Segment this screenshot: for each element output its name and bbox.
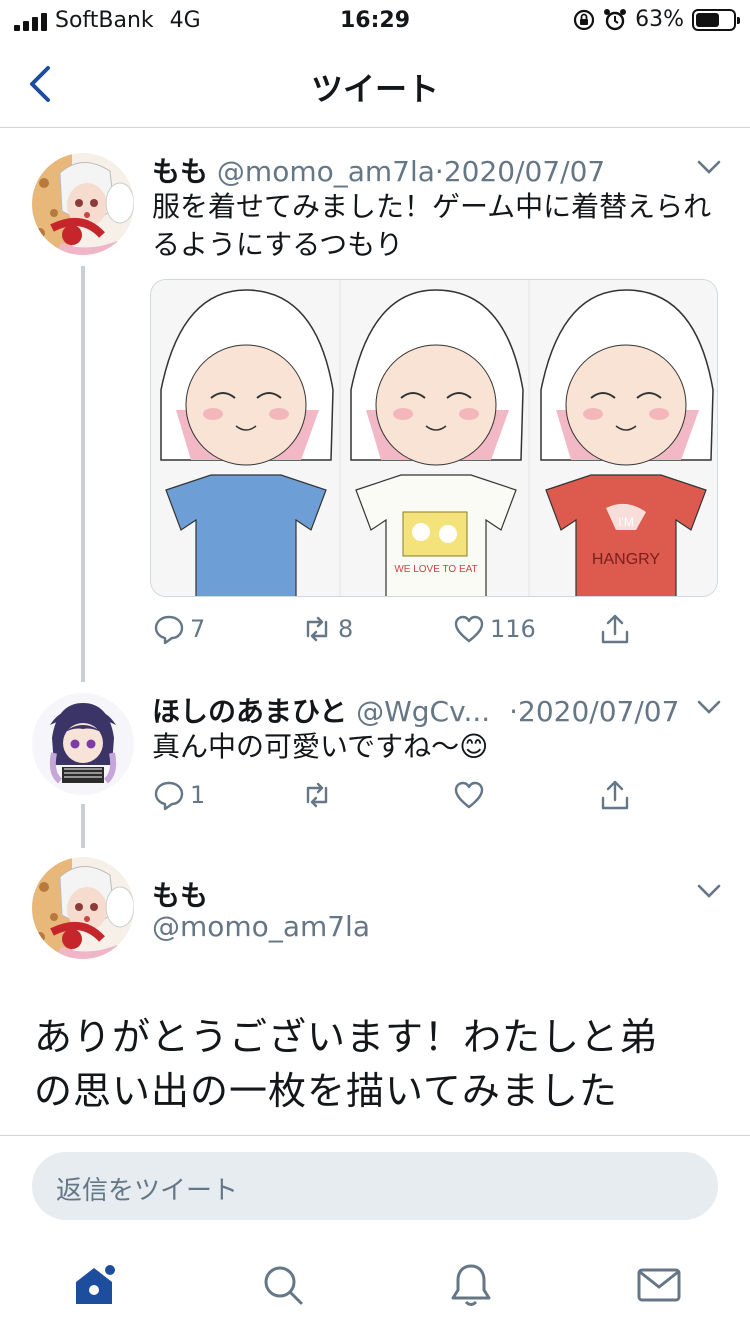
focused-handle[interactable]: @momo_am7la — [152, 910, 370, 943]
tweet-actions: 1 — [152, 778, 632, 818]
search-icon[interactable] — [258, 1260, 308, 1310]
page-title: ツイート — [310, 70, 439, 108]
shirt-label-we-love-to-eat: WE LOVE TO EAT — [394, 564, 477, 575]
share-button[interactable] — [598, 612, 632, 646]
reply-icon — [154, 615, 184, 645]
heart-icon — [454, 781, 484, 809]
display-name[interactable]: ほしのあまひと — [152, 695, 347, 728]
reply-button[interactable]: 7 — [152, 612, 205, 646]
tweet-text: 真ん中の可愛いですね〜😊 — [152, 730, 489, 763]
avatar[interactable] — [32, 857, 134, 959]
tab-bar — [0, 1250, 750, 1334]
retweet-count: 8 — [338, 615, 354, 643]
alarm-icon — [604, 8, 627, 30]
status-bar: SoftBank 4G 16:29 63% — [0, 0, 750, 42]
nav-header: ツイート — [0, 42, 750, 128]
reply-placeholder: 返信をツイート — [56, 1176, 239, 1206]
divider — [0, 1135, 750, 1136]
shirt-label-im: I'M — [618, 515, 634, 529]
chevron-down-icon[interactable] — [696, 158, 722, 176]
like-button[interactable]: 116 — [452, 612, 536, 646]
user-handle[interactable]: @WgCv... — [356, 695, 490, 728]
reply-button[interactable]: 1 — [152, 778, 205, 812]
avatar[interactable] — [32, 153, 134, 255]
retweet-button[interactable] — [300, 778, 334, 812]
messages-icon[interactable] — [634, 1260, 684, 1310]
battery-icon — [692, 8, 740, 31]
battery-percent: 63% — [635, 7, 684, 32]
focused-display-name[interactable]: もも — [152, 874, 208, 914]
tweet-date: 2020/07/07 — [443, 155, 606, 188]
heart-icon — [454, 615, 484, 643]
thread-line — [81, 804, 85, 848]
retweet-button[interactable]: 8 — [300, 612, 353, 646]
reply-input[interactable]: 返信をツイート — [32, 1152, 718, 1220]
tweet-actions: 7 8 116 — [152, 612, 632, 652]
reply-icon — [154, 781, 184, 811]
shirt-label-hangry: HANGRY — [592, 551, 660, 568]
retweet-icon — [306, 616, 328, 642]
notifications-icon[interactable] — [446, 1260, 496, 1310]
tweet-header: もも @momo_am7la·2020/07/07 — [152, 155, 606, 188]
tweet-media[interactable]: WE LOVE TO EAT I'M HANGRY — [150, 279, 718, 597]
like-button[interactable] — [452, 778, 486, 812]
share-icon — [601, 780, 629, 810]
share-icon — [601, 614, 629, 644]
home-icon[interactable] — [70, 1260, 120, 1310]
display-name[interactable]: もも — [152, 155, 208, 188]
chevron-down-icon[interactable] — [696, 882, 722, 900]
tweet-date: 2020/07/07 — [518, 695, 680, 728]
orientation-lock-icon — [573, 9, 595, 30]
thread-line — [81, 266, 85, 682]
tweet-text: 服を着せてみました！ゲーム中に着替えられ るようにするつもり — [152, 190, 712, 261]
retweet-icon — [306, 782, 328, 808]
user-handle[interactable]: @momo_am7la — [217, 155, 435, 188]
chevron-down-icon[interactable] — [696, 698, 722, 716]
tweet-header: ほしのあまひと @WgCv... ·2020/07/07 — [152, 695, 680, 728]
focused-tweet-text: ありがとうございます！わたしと弟 の思い出の一枚を描いてみました — [34, 1015, 659, 1113]
avatar[interactable] — [32, 693, 134, 795]
like-count: 116 — [490, 615, 536, 643]
share-button[interactable] — [598, 778, 632, 812]
reply-count: 1 — [190, 781, 206, 809]
reply-count: 7 — [190, 615, 206, 643]
